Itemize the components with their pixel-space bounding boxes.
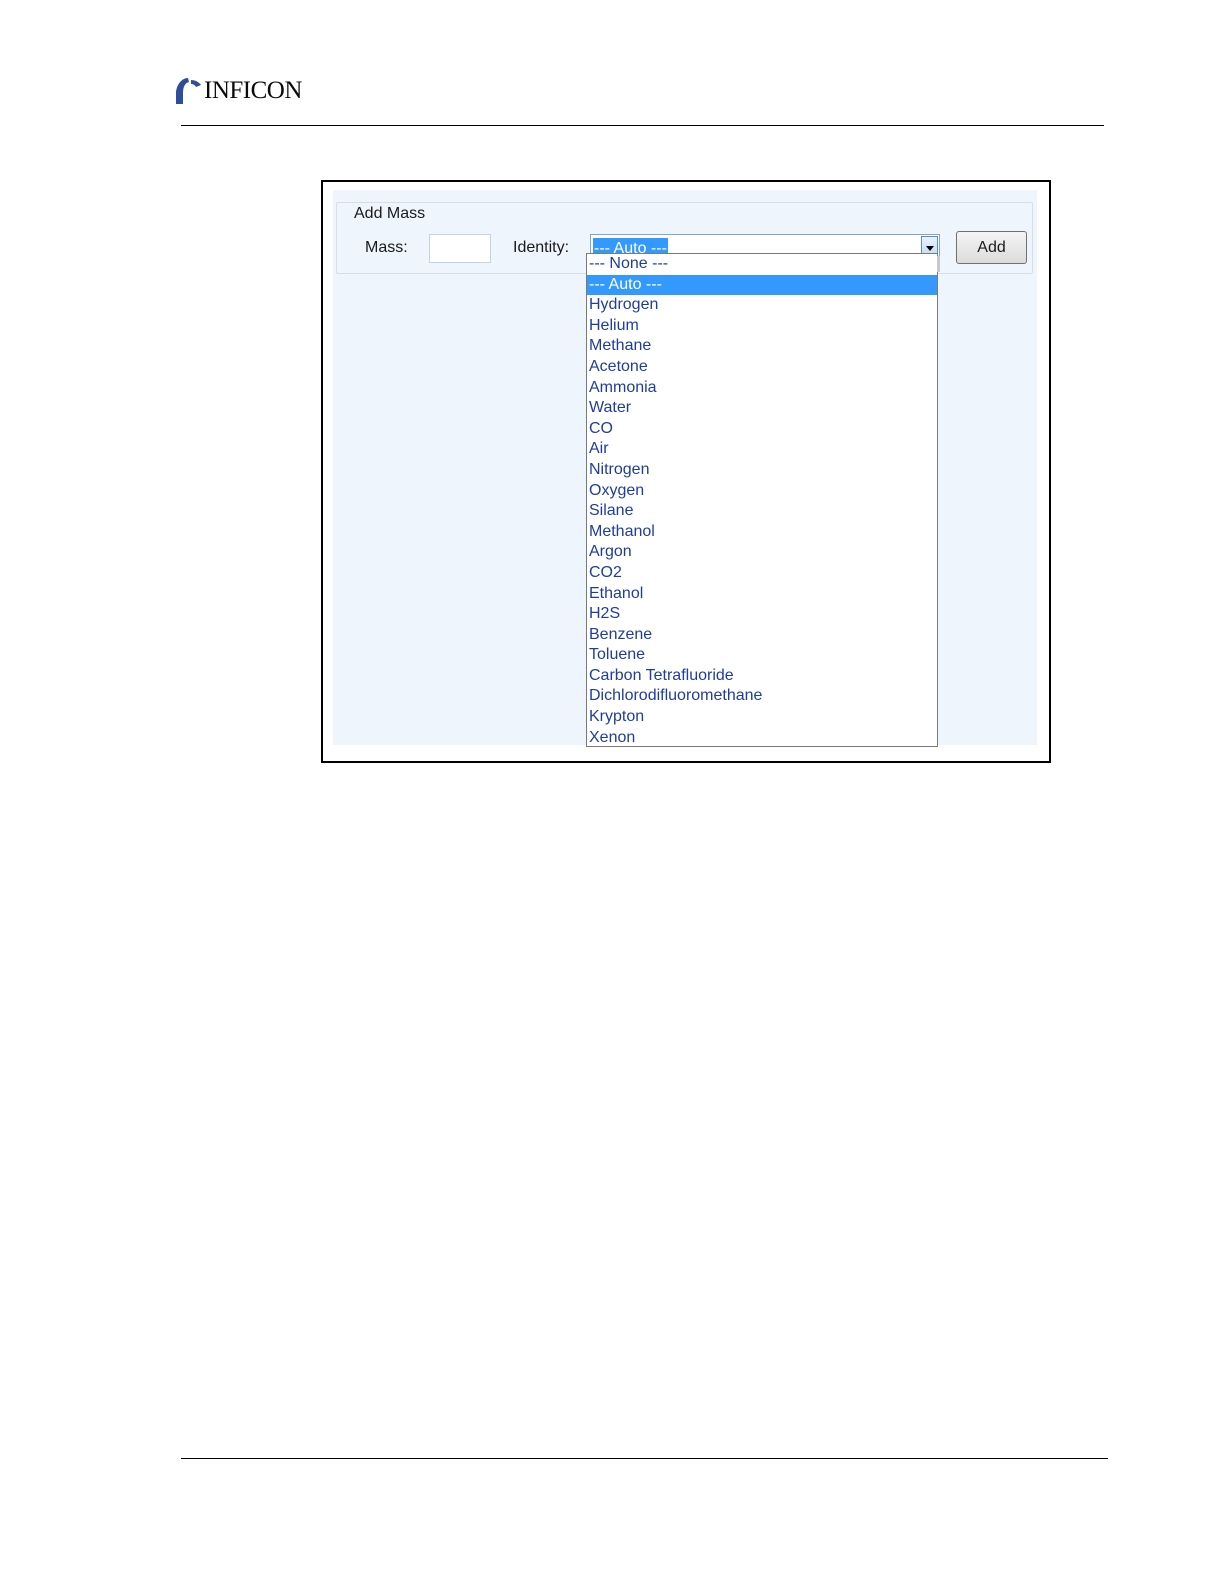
dropdown-option[interactable]: Benzene [587, 625, 937, 646]
dropdown-option[interactable]: H2S [587, 604, 937, 625]
dropdown-arrow-icon [925, 246, 934, 251]
mass-label: Mass: [365, 239, 408, 256]
dropdown-option[interactable]: Krypton [587, 707, 937, 728]
dropdown-option[interactable]: Hydrogen [587, 295, 937, 316]
logo-text: INFICON [204, 77, 302, 104]
dropdown-option[interactable]: CO [587, 419, 937, 440]
dropdown-option[interactable]: Helium [587, 316, 937, 337]
inficon-logo: INFICON [174, 76, 302, 106]
group-title: Add Mass [351, 205, 429, 223]
dropdown-option[interactable]: Ethanol [587, 584, 937, 605]
footer-rule [181, 1458, 1108, 1459]
dropdown-option[interactable]: Dichlorodifluoromethane [587, 686, 937, 707]
dropdown-option[interactable]: Air [587, 439, 937, 460]
screenshot-frame: Add Mass Mass: Identity: --- Auto --- Ad… [321, 180, 1051, 763]
identity-label: Identity: [513, 239, 570, 256]
dropdown-option[interactable]: Methanol [587, 522, 937, 543]
add-mass-panel: Add Mass Mass: Identity: --- Auto --- Ad… [333, 190, 1037, 747]
dropdown-option[interactable]: Oxygen [587, 481, 937, 502]
dropdown-option[interactable]: Nitrogen [587, 460, 937, 481]
dropdown-option[interactable]: Argon [587, 542, 937, 563]
mass-input[interactable] [429, 234, 491, 263]
dropdown-option[interactable]: --- None --- [587, 254, 937, 275]
dropdown-option[interactable]: Silane [587, 501, 937, 522]
dropdown-option[interactable]: Acetone [587, 357, 937, 378]
inficon-logo-mark-icon [176, 78, 201, 104]
identity-dropdown-list[interactable]: --- None --- --- Auto --- Hydrogen Heliu… [586, 253, 938, 747]
dropdown-option[interactable]: Ammonia [587, 378, 937, 399]
dropdown-option[interactable]: --- Auto --- [587, 274, 937, 296]
dropdown-option[interactable]: Xenon [587, 728, 937, 746]
dropdown-option[interactable]: Water [587, 398, 937, 419]
dropdown-option[interactable]: Methane [587, 336, 937, 357]
dropdown-option[interactable]: Carbon Tetrafluoride [587, 666, 937, 687]
scrollbar-remnant [937, 256, 940, 272]
add-button[interactable]: Add [956, 231, 1027, 264]
dropdown-option[interactable]: Toluene [587, 645, 937, 666]
dropdown-option[interactable]: CO2 [587, 563, 937, 584]
header-rule [181, 125, 1104, 126]
